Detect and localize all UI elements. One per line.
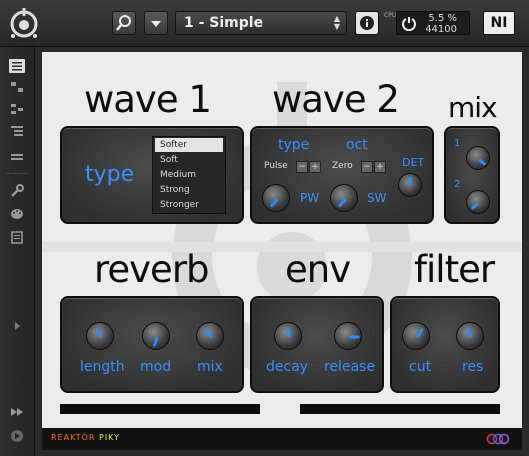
sidebar-divider [6, 173, 28, 174]
sidebar [0, 47, 35, 456]
wave2-sw-label: SW [367, 191, 387, 205]
wave2-type-plus-button[interactable]: + [309, 161, 321, 173]
hierarchy-icon[interactable] [9, 124, 25, 138]
env-panel: decay release [250, 296, 384, 393]
filter-res-knob[interactable] [456, 322, 484, 350]
wave2-title: wave 2 [272, 78, 400, 121]
mix-title: mix [448, 91, 498, 124]
mix-ch1-label: 1 [454, 138, 461, 149]
filter-cut-knob[interactable] [402, 322, 430, 350]
wave2-oct-label: oct [346, 137, 368, 153]
wave2-det-knob[interactable] [398, 173, 422, 197]
reverb-title: reverb [94, 248, 210, 291]
wave2-pw-label: PW [300, 191, 320, 205]
filter-cut-label: cut [409, 359, 432, 375]
wave1-type-list[interactable]: Softer Soft Medium Strong Stronger [152, 136, 226, 214]
sample-rate: 44100 [425, 24, 457, 35]
wave2-oct-minus-button[interactable]: − [361, 161, 373, 173]
footer-brand-piky: PIKY [99, 433, 121, 442]
power-icon[interactable] [401, 15, 417, 31]
reverb-mod-label: mod [140, 359, 172, 375]
env-decay-knob[interactable] [274, 322, 302, 350]
search-icon [116, 15, 131, 31]
up-down-arrows-icon: ▲ ▼ [333, 14, 340, 31]
reverb-length-label: length [80, 359, 125, 375]
wave2-det-label: DET [402, 156, 425, 169]
mix-ch2-label: 2 [454, 179, 461, 190]
top-bar: 1 - Simple ▲ ▼ CPU 5.5 % 44100 NI [0, 0, 529, 47]
filter-title: filter [414, 248, 495, 291]
wave1-type-option-medium[interactable]: Medium [155, 168, 223, 182]
env-decay-label: decay [266, 359, 309, 375]
ni-badge-text: NI [490, 15, 508, 31]
browser-icon[interactable] [9, 102, 25, 116]
palette-icon[interactable] [9, 207, 25, 221]
cpu-percent: 5.5 % [428, 13, 457, 24]
expand-arrow-icon[interactable] [9, 319, 25, 333]
filter-panel: cut res [390, 296, 500, 393]
mix-ch1-knob[interactable] [466, 146, 490, 170]
wave2-oct-value[interactable]: Zero [332, 160, 353, 173]
panel-view-icon[interactable] [9, 59, 25, 73]
play-icon[interactable] [9, 429, 25, 443]
instrument-footer: REAKTOR PIKY [42, 428, 522, 450]
env-title: env [285, 248, 351, 291]
wave2-pw-knob[interactable] [262, 184, 290, 212]
wrench-icon[interactable] [9, 184, 25, 198]
reaktor-logo-icon[interactable] [8, 6, 40, 40]
cpu-label: CPU [384, 12, 397, 19]
reverb-mod-knob[interactable] [142, 322, 170, 350]
structure-icon[interactable] [9, 80, 25, 94]
wave1-type-option-stronger[interactable]: Stronger [155, 198, 223, 212]
wave1-type-option-softer[interactable]: Softer [155, 138, 223, 152]
wave1-type-option-soft[interactable]: Soft [155, 153, 223, 167]
reverb-mix-label: mix [197, 359, 223, 375]
clipboard-icon[interactable] [9, 230, 25, 244]
env-release-label: release [324, 359, 376, 375]
footer-brand-reaktor: REAKTOR [51, 433, 96, 442]
rings-logo-icon [486, 433, 510, 445]
footer-brand: REAKTOR PIKY [51, 433, 120, 442]
instrument-panel: wave 1 wave 2 mix reverb env filter type… [42, 52, 522, 450]
preset-selector[interactable]: 1 - Simple ▲ ▼ [175, 11, 347, 35]
reverb-mix-knob[interactable] [196, 322, 224, 350]
filter-res-label: res [462, 359, 484, 375]
preset-name: 1 - Simple [184, 15, 264, 31]
wave2-panel: type oct Pulse − + Zero − + DET PW SW [250, 126, 434, 224]
env-release-knob[interactable] [334, 322, 362, 350]
info-button[interactable] [355, 11, 379, 35]
reverb-length-knob[interactable] [86, 322, 114, 350]
left-level-bar [60, 404, 260, 414]
search-button[interactable] [112, 11, 136, 35]
fast-forward-icon[interactable] [9, 405, 25, 419]
wave2-oct-plus-button[interactable]: + [374, 161, 386, 173]
chevron-down-icon [151, 21, 161, 27]
cpu-meter: 5.5 % 44100 [396, 11, 470, 35]
list-icon[interactable] [9, 150, 25, 164]
preset-menu-button[interactable] [144, 11, 168, 35]
reverb-panel: length mod mix [60, 296, 244, 393]
wave1-title: wave 1 [84, 78, 212, 121]
mix-ch2-knob[interactable] [466, 190, 490, 214]
wave2-type-minus-button[interactable]: − [296, 161, 308, 173]
right-level-bar [300, 404, 500, 414]
mix-panel: 1 2 [444, 126, 500, 224]
info-icon [360, 16, 374, 30]
wave2-sw-knob[interactable] [330, 184, 358, 212]
wave1-type-label: type [85, 162, 135, 187]
ni-logo[interactable]: NI [483, 11, 515, 35]
wave2-type-value[interactable]: Pulse [264, 160, 288, 173]
wave2-type-label: type [278, 137, 310, 153]
wave1-type-option-strong[interactable]: Strong [155, 183, 223, 197]
